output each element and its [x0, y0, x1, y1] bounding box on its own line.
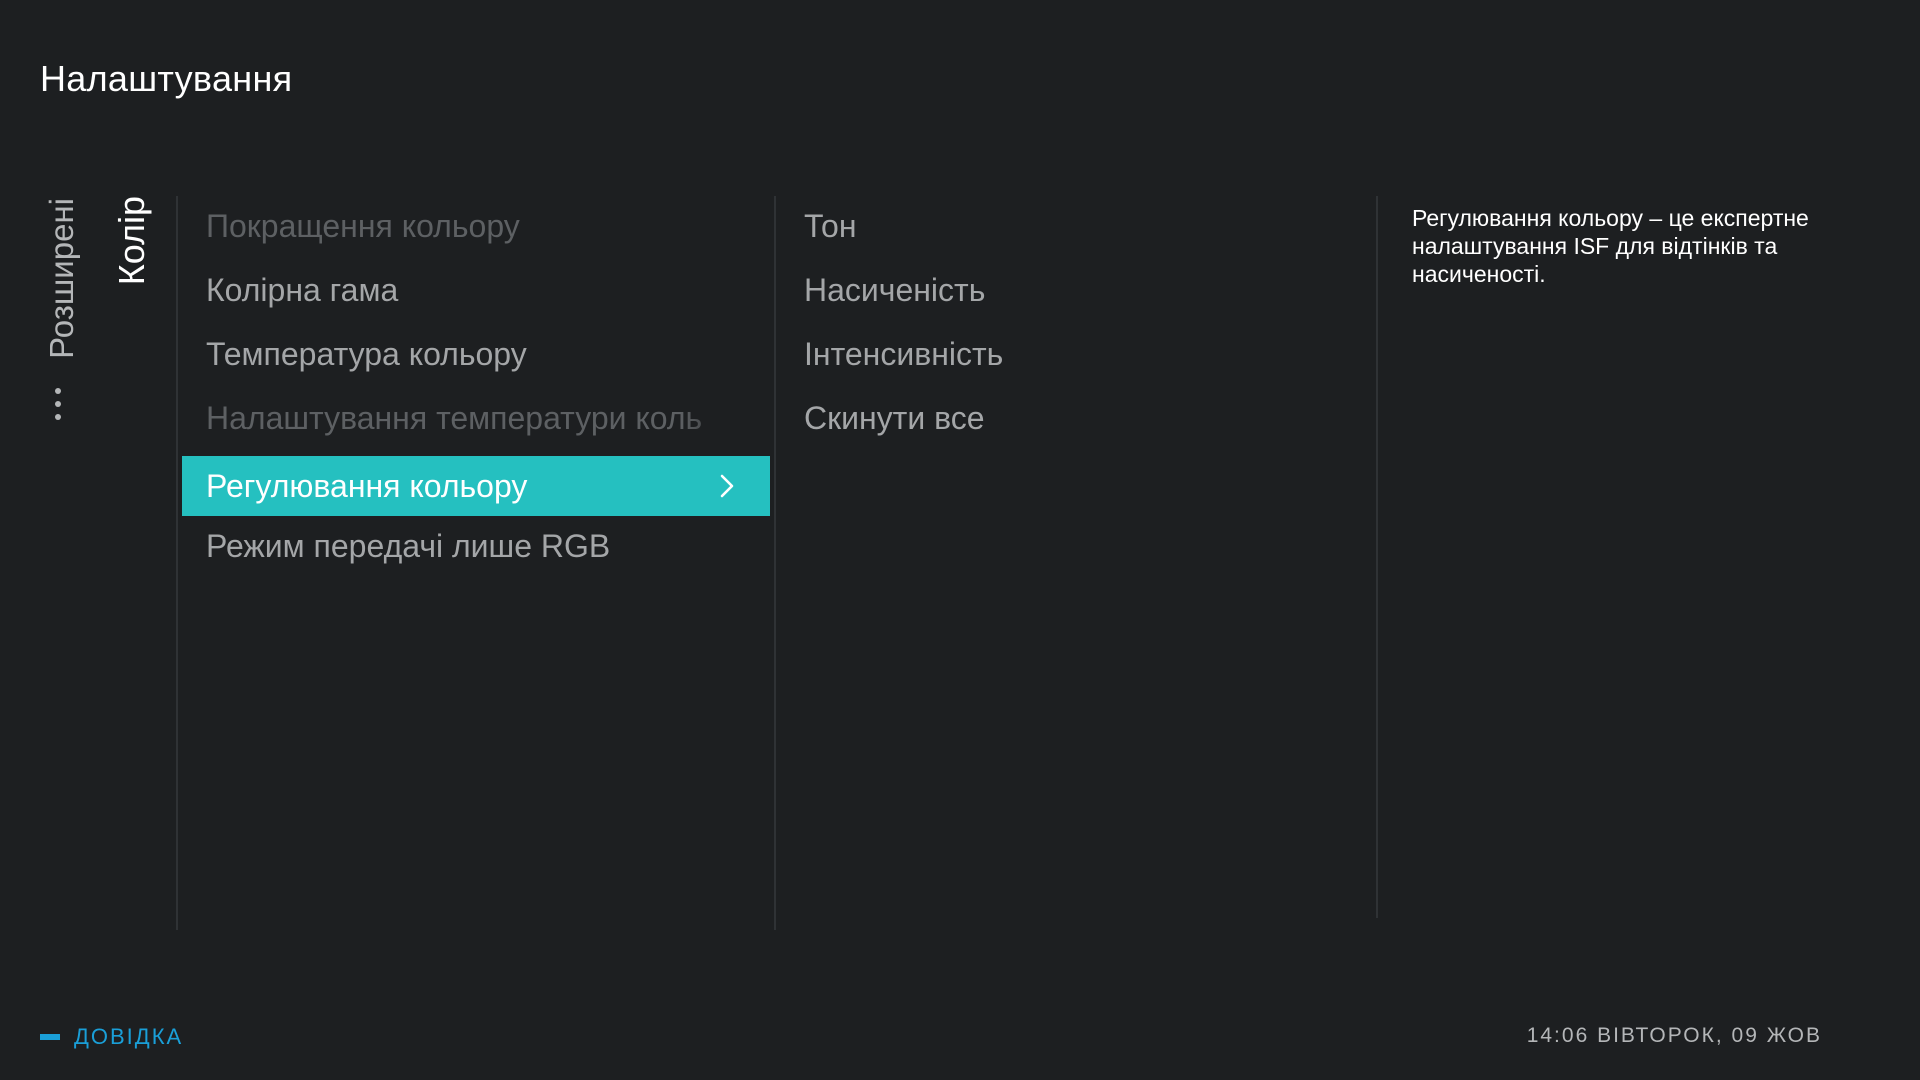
- menu-item-color-gamut[interactable]: Колірна гама: [182, 260, 770, 324]
- menu-item-rgb-only-mode[interactable]: Режим передачі лише RGB: [182, 516, 770, 580]
- menu-item-color-enhancement: Покращення кольору: [182, 196, 770, 260]
- more-dots-icon[interactable]: [50, 388, 66, 424]
- submenu-item-intensity[interactable]: Інтенсивність: [780, 324, 1370, 388]
- description-text: Регулювання кольору – це експертне налаш…: [1412, 205, 1809, 287]
- menu-item-color-control[interactable]: Регулювання кольору: [182, 456, 770, 516]
- menu-item-label: Режим передачі лише RGB: [206, 528, 611, 564]
- clock: 14:06 ВІВТОРОК, 09 ЖОВ: [1526, 1024, 1822, 1047]
- column-divider: [1376, 196, 1378, 918]
- column-divider: [774, 196, 776, 930]
- help-label: ДОВІДКА: [74, 1024, 184, 1049]
- submenu-item-reset-all[interactable]: Скинути все: [780, 388, 1370, 452]
- submenu-item-hue[interactable]: Тон: [780, 196, 1370, 260]
- submenu: Тон Насиченість Інтенсивність Скинути вс…: [780, 196, 1370, 452]
- menu-item-label: Покращення кольору: [206, 208, 520, 244]
- page-title: Налаштування: [40, 58, 293, 99]
- menu-item-color-temperature-tuning: Налаштування температури коль: [182, 388, 770, 452]
- menu-item-label: Температура кольору: [206, 336, 527, 372]
- breadcrumb-parent[interactable]: Розширені: [42, 198, 82, 398]
- column-divider: [176, 196, 178, 930]
- settings-menu: Покращення кольору Колірна гама Температ…: [182, 196, 770, 580]
- breadcrumb-current: Колір: [110, 196, 154, 306]
- text-fade: [680, 388, 770, 452]
- menu-item-color-temperature[interactable]: Температура кольору: [182, 324, 770, 388]
- chevron-right-icon: [720, 474, 734, 498]
- menu-item-label: Налаштування температури коль: [206, 400, 703, 436]
- menu-item-label: Колірна гама: [206, 272, 399, 308]
- breadcrumb-current-label: Колір: [111, 196, 152, 286]
- breadcrumb-parent-label: Розширені: [43, 198, 80, 359]
- blue-key-icon: [40, 1034, 60, 1040]
- menu-item-label: Регулювання кольору: [206, 468, 528, 504]
- help-button[interactable]: ДОВІДКА: [40, 1022, 183, 1052]
- submenu-item-saturation[interactable]: Насиченість: [780, 260, 1370, 324]
